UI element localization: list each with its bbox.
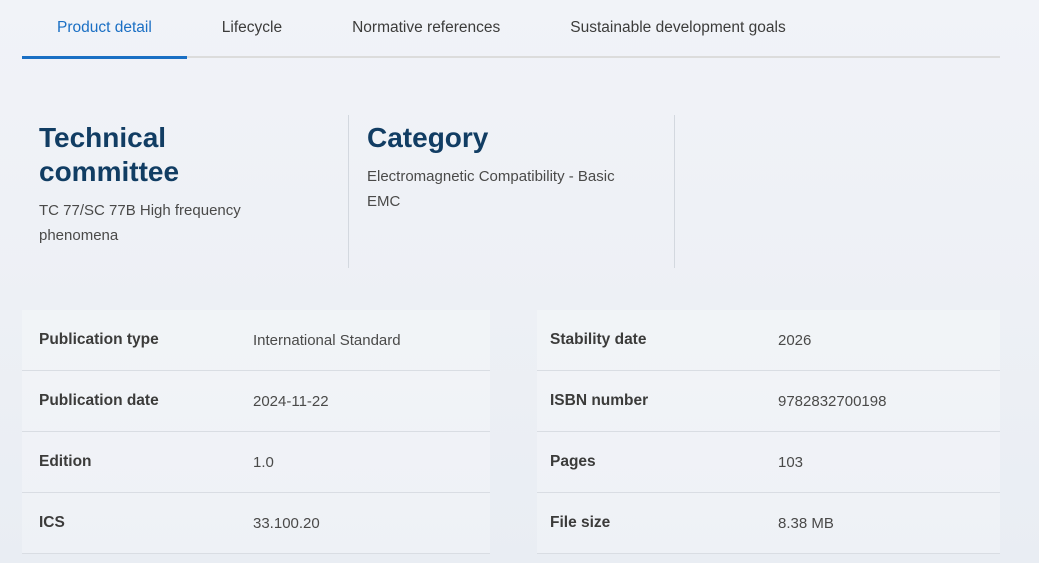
row-label: Publication type (39, 331, 253, 349)
table-row: Edition 1.0 (22, 432, 490, 493)
row-value: 1.0 (253, 454, 274, 471)
row-label: ISBN number (550, 392, 778, 410)
section-category: Category Electromagnetic Compatibility -… (349, 115, 675, 268)
row-label: File size (550, 514, 778, 532)
row-value: 103 (778, 454, 803, 471)
row-label: Publication date (39, 392, 253, 410)
row-value: 33.100.20 (253, 515, 320, 532)
details-table-right: Stability date 2026 ISBN number 97828327… (537, 310, 1000, 554)
row-value: 2024-11-22 (253, 393, 329, 410)
table-row: Stability date 2026 (537, 310, 1000, 371)
category-text: Electromagnetic Compatibility - Basic EM… (367, 164, 652, 214)
table-row: Publication type International Standard (22, 310, 490, 371)
tab-lifecycle[interactable]: Lifecycle (187, 0, 317, 58)
technical-committee-text: TC 77/SC 77B High frequency phenomena (39, 198, 271, 248)
details-table-left: Publication type International Standard … (22, 310, 490, 554)
row-label: Stability date (550, 331, 778, 349)
technical-committee-title: Technical committee (39, 121, 239, 189)
table-row: File size 8.38 MB (537, 493, 1000, 554)
section-technical-committee: Technical committee TC 77/SC 77B High fr… (22, 115, 349, 268)
row-value: International Standard (253, 332, 401, 349)
info-sections: Technical committee TC 77/SC 77B High fr… (22, 115, 675, 268)
table-row: Pages 103 (537, 432, 1000, 493)
category-title: Category (367, 121, 667, 155)
row-value: 8.38 MB (778, 515, 834, 532)
table-row: ICS 33.100.20 (22, 493, 490, 554)
table-row: ISBN number 9782832700198 (537, 371, 1000, 432)
tab-normative-references[interactable]: Normative references (317, 0, 535, 58)
tab-bar: Product detail Lifecycle Normative refer… (22, 0, 1000, 58)
row-label: ICS (39, 514, 253, 532)
row-label: Edition (39, 453, 253, 471)
row-value: 9782832700198 (778, 393, 886, 410)
table-row: Publication date 2024-11-22 (22, 371, 490, 432)
tab-product-detail[interactable]: Product detail (22, 0, 187, 59)
row-value: 2026 (778, 332, 811, 349)
row-label: Pages (550, 453, 778, 471)
tab-sustainable-development-goals[interactable]: Sustainable development goals (535, 0, 820, 58)
